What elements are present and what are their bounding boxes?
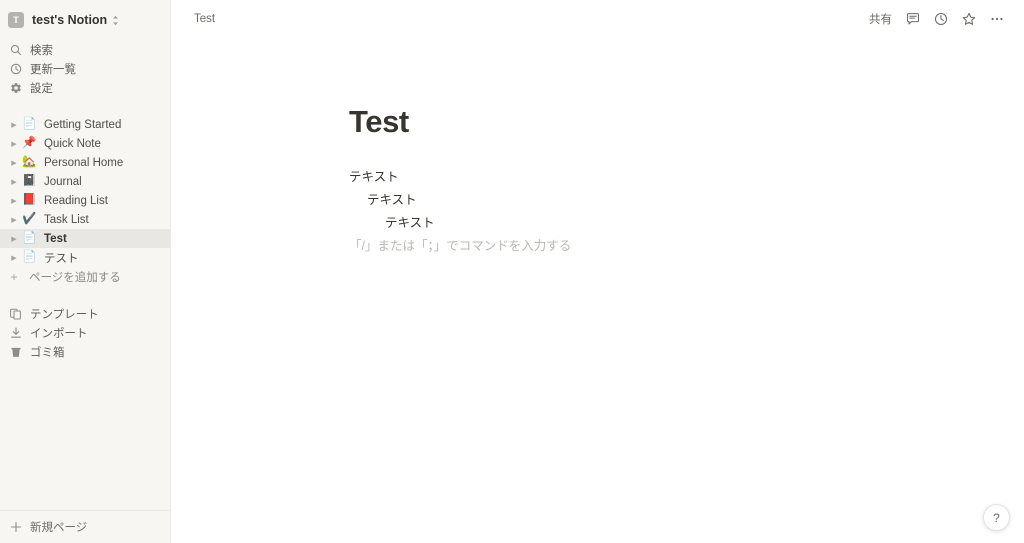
plus-glyph — [10, 522, 21, 532]
page-emoji-icon: 📄 — [22, 117, 37, 130]
block-list: テキスト テキスト テキスト 「/」または「；」でコマンドを入力する — [349, 166, 1024, 258]
sidebar-item-templates-label: テンプレート — [30, 308, 99, 321]
search-icon — [8, 44, 23, 56]
page-emoji-icon: 📄 — [22, 231, 37, 244]
sidebar-page-test[interactable]: ▶ 📄 Test — [0, 229, 170, 248]
topbar: Test 共有 — [171, 0, 1024, 37]
sidebar-page-label: Journal — [44, 175, 82, 188]
history-glyph — [934, 12, 948, 25]
history-icon[interactable] — [928, 8, 954, 30]
sidebar-quick-nav: 検索 更新一覧 設定 — [0, 40, 170, 97]
sidebar-page-getting-started[interactable]: ▶ 📄 Getting Started — [0, 115, 170, 134]
sidebar-page-label: Getting Started — [44, 118, 122, 131]
sidebar-item-search-label: 検索 — [30, 44, 53, 57]
share-button[interactable]: 共有 — [863, 8, 898, 30]
workspace-switcher[interactable]: T test's Notion — [0, 6, 170, 34]
clock-icon — [8, 63, 23, 75]
disclosure-triangle-icon[interactable]: ▶ — [8, 178, 20, 186]
text-block[interactable]: テキスト — [349, 166, 1024, 189]
disclosure-triangle-icon[interactable]: ▶ — [8, 140, 20, 148]
sidebar-tools: テンプレート インポート ゴミ箱 — [0, 304, 170, 361]
sidebar-page-task-list[interactable]: ▶ ✔️ Task List — [0, 210, 170, 229]
disclosure-triangle-icon[interactable]: ▶ — [8, 159, 20, 167]
sidebar-page-label: Reading List — [44, 194, 108, 207]
sidebar-page-label: Quick Note — [44, 137, 101, 150]
disclosure-triangle-icon[interactable]: ▶ — [8, 254, 20, 262]
page-emoji-icon: 📕 — [22, 193, 37, 206]
sidebar-item-import-label: インポート — [30, 327, 88, 340]
trash-icon — [8, 346, 23, 358]
gear-glyph — [10, 82, 21, 93]
sidebar-page-label: Test — [44, 232, 67, 245]
more-options-icon[interactable] — [984, 8, 1010, 30]
plus-icon: + — [10, 269, 18, 284]
template-icon — [8, 308, 23, 320]
page-emoji-icon: 🏡 — [22, 155, 37, 168]
import-glyph — [10, 326, 21, 338]
chevron-updown-glyph — [113, 15, 119, 25]
page-emoji-icon: 📓 — [22, 174, 37, 187]
sidebar: T test's Notion 検索 更新一覧 設定 ▶ 📄 Getting S… — [0, 0, 171, 543]
new-page-label: 新規ページ — [30, 522, 88, 534]
disclosure-triangle-icon[interactable]: ▶ — [8, 235, 20, 243]
new-page-button[interactable]: 新規ページ — [0, 510, 170, 543]
sidebar-add-page-label: ページを追加する — [29, 271, 121, 284]
star-glyph — [962, 12, 976, 25]
main-content-area: Test 共有 Test テキスト テキスト テキスト 「/」または「；」でコマ… — [171, 0, 1024, 543]
sidebar-add-page-button[interactable]: + ページを追加する — [0, 267, 170, 286]
sidebar-page-journal[interactable]: ▶ 📓 Journal — [0, 172, 170, 191]
comment-glyph — [906, 12, 920, 25]
page-title[interactable]: Test — [349, 104, 1024, 139]
text-block[interactable]: テキスト — [349, 189, 1024, 212]
sidebar-page-tesuto[interactable]: ▶ 📄 テスト — [0, 248, 170, 267]
sidebar-item-trash-label: ゴミ箱 — [30, 346, 65, 359]
sidebar-page-tree: ▶ 📄 Getting Started ▶ 📌 Quick Note ▶ 🏡 P… — [0, 115, 170, 286]
gear-icon — [8, 82, 23, 94]
import-icon — [8, 326, 23, 339]
help-button[interactable]: ? — [983, 504, 1010, 531]
ellipsis-glyph — [991, 17, 1003, 20]
empty-block-placeholder[interactable]: 「/」または「；」でコマンドを入力する — [349, 235, 1024, 258]
sidebar-item-import[interactable]: インポート — [0, 323, 170, 342]
sidebar-page-personal-home[interactable]: ▶ 🏡 Personal Home — [0, 153, 170, 172]
sidebar-item-settings-label: 設定 — [30, 82, 53, 95]
document-body: Test テキスト テキスト テキスト 「/」または「；」でコマンドを入力する — [171, 37, 1024, 258]
page-emoji-icon: 📄 — [22, 250, 37, 263]
disclosure-triangle-icon[interactable]: ▶ — [8, 197, 20, 205]
text-block[interactable]: テキスト — [349, 212, 1024, 235]
template-glyph — [9, 308, 21, 319]
disclosure-triangle-icon[interactable]: ▶ — [8, 121, 20, 129]
page-emoji-icon: ✔️ — [22, 212, 37, 225]
disclosure-triangle-icon[interactable]: ▶ — [8, 216, 20, 224]
sidebar-page-reading-list[interactable]: ▶ 📕 Reading List — [0, 191, 170, 210]
workspace-name: test's Notion — [32, 13, 108, 27]
comment-icon[interactable] — [900, 8, 926, 30]
sidebar-item-settings[interactable]: 設定 — [0, 78, 170, 97]
chevron-updown-icon — [112, 15, 119, 26]
clock-glyph — [10, 63, 21, 74]
workspace-avatar: T — [8, 12, 24, 28]
sidebar-page-quick-note[interactable]: ▶ 📌 Quick Note — [0, 134, 170, 153]
sidebar-item-search[interactable]: 検索 — [0, 40, 170, 59]
trash-glyph — [10, 347, 21, 357]
search-glyph — [10, 44, 21, 55]
sidebar-item-templates[interactable]: テンプレート — [0, 304, 170, 323]
sidebar-item-updates[interactable]: 更新一覧 — [0, 59, 170, 78]
favorite-star-icon[interactable] — [956, 8, 982, 30]
sidebar-page-label: テスト — [44, 252, 79, 265]
sidebar-item-trash[interactable]: ゴミ箱 — [0, 342, 170, 361]
sidebar-page-label: Task List — [44, 213, 89, 226]
breadcrumb[interactable]: Test — [189, 11, 220, 27]
plus-icon — [8, 521, 23, 533]
sidebar-item-updates-label: 更新一覧 — [30, 63, 76, 76]
page-emoji-icon: 📌 — [22, 136, 37, 149]
notion-app-window: T test's Notion 検索 更新一覧 設定 ▶ 📄 Getting S… — [0, 0, 1024, 543]
sidebar-page-label: Personal Home — [44, 156, 124, 169]
